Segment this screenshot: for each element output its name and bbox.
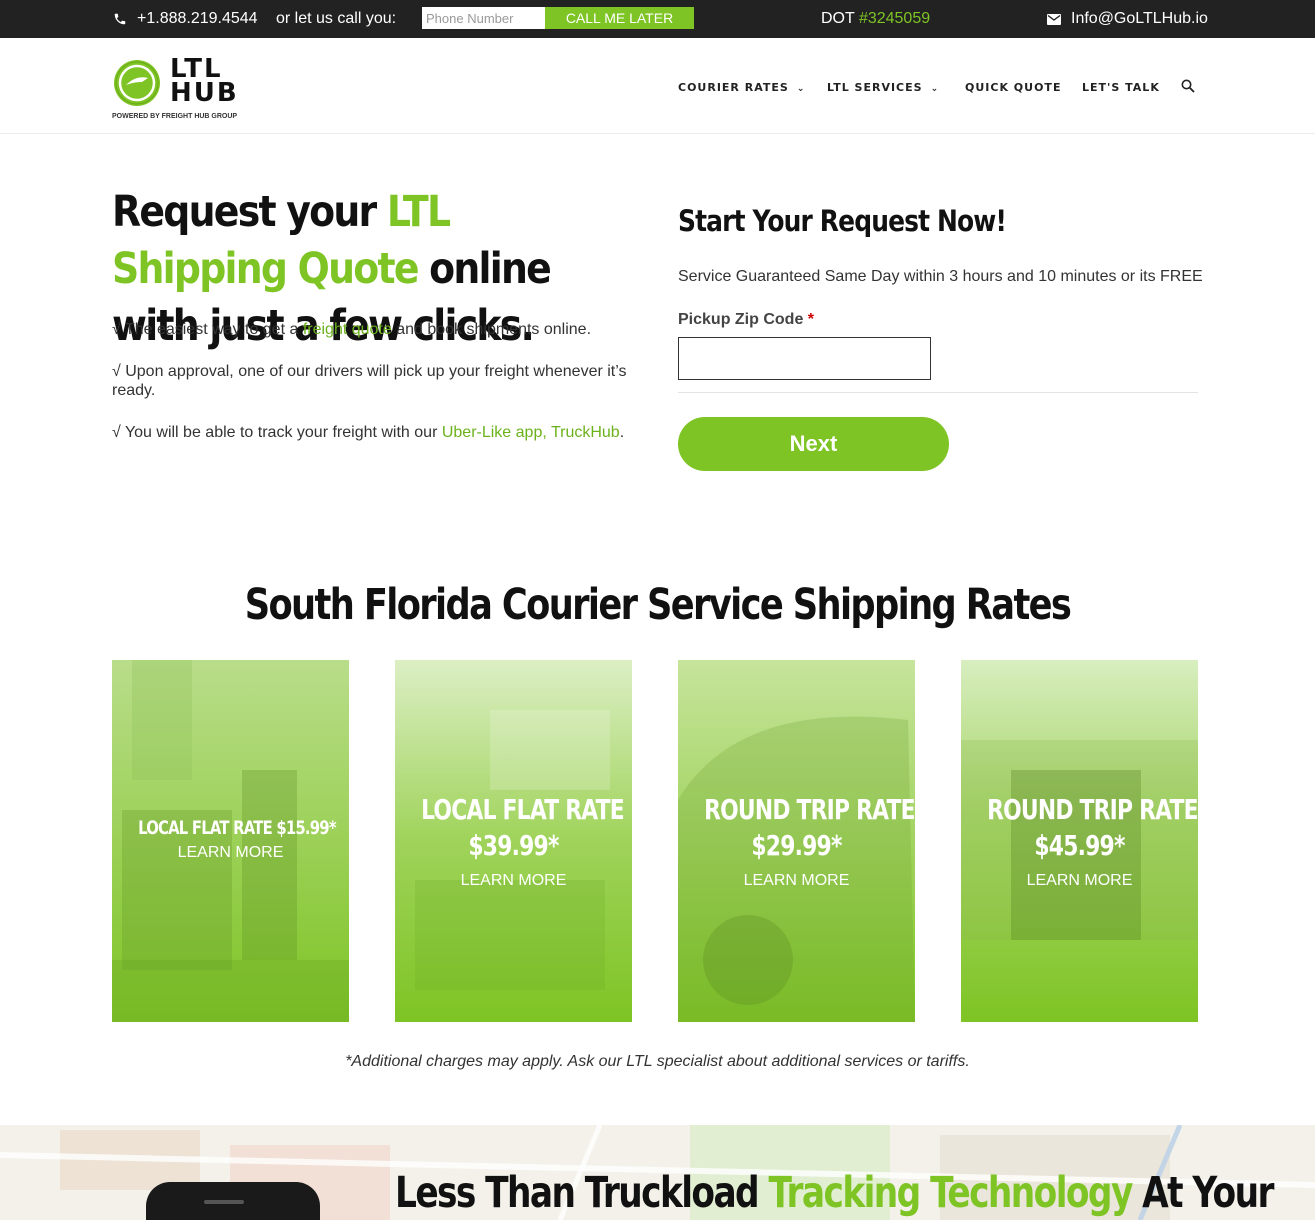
rate-card-4[interactable]: ROUND TRIP RATE $45.99* LEARN MORE — [961, 660, 1198, 1022]
rate-card-content: LOCAL FLAT RATE $39.99* LEARN MORE — [395, 792, 632, 890]
rate-card-title: ROUND TRIP RATE — [987, 793, 1198, 826]
learn-more-link[interactable]: LEARN MORE — [395, 872, 632, 890]
dot-label: DOT — [821, 10, 859, 27]
call-me-later-button[interactable]: CALL ME LATER — [545, 7, 694, 29]
learn-more-link[interactable]: LEARN MORE — [961, 872, 1198, 890]
callback-label: or let us call you: — [276, 10, 397, 27]
callback-phone-input[interactable] — [422, 7, 545, 29]
hero-bullet-1: √ The easiest way to get a freight quote… — [112, 320, 632, 339]
nav-courier-rates[interactable]: COURIER RATES ⌄ — [678, 81, 805, 94]
hero-title-part1: Request your — [112, 187, 387, 237]
envelope-icon — [1047, 13, 1061, 25]
logo-globe-icon — [114, 60, 160, 106]
phone-speaker — [204, 1200, 244, 1204]
pickup-zip-input[interactable] — [678, 337, 931, 380]
chevron-down-icon: ⌄ — [796, 84, 806, 94]
email-contact[interactable]: Info@GoLTLHub.io — [1047, 10, 1208, 28]
phone-contact[interactable]: +1.888.219.4544 — [113, 10, 258, 28]
rate-card-title: LOCAL FLAT RATE — [421, 793, 625, 826]
zip-label: Pickup Zip Code * — [678, 311, 814, 329]
tracking-title-part2: At Your — [1131, 1168, 1274, 1218]
dot-number: DOT #3245059 — [821, 10, 930, 28]
freight-quote-link[interactable]: freight quote — [303, 321, 392, 338]
learn-more-link[interactable]: LEARN MORE — [112, 844, 349, 862]
learn-more-link[interactable]: LEARN MORE — [678, 872, 915, 890]
rates-section-title: South Florida Courier Service Shipping R… — [244, 580, 1072, 630]
hero-bullet-2: √ Upon approval, one of our drivers will… — [112, 363, 627, 399]
rate-card-price: $39.99* — [468, 829, 559, 862]
form-subtitle: Service Guaranteed Same Day within 3 hou… — [678, 268, 1203, 285]
phone-icon — [114, 13, 126, 25]
form-title: Start Your Request Now! — [678, 204, 1007, 238]
zip-label-text: Pickup Zip Code — [678, 311, 804, 328]
phone-number[interactable]: +1.888.219.4544 — [137, 10, 258, 28]
top-bar: +1.888.219.4544 or let us call you: CALL… — [0, 0, 1315, 38]
form-divider — [678, 392, 1198, 393]
rate-card-title: LOCAL FLAT RATE $15.99* — [138, 817, 337, 839]
dot-value: #3245059 — [858, 10, 931, 27]
bullet3-text-post: . — [619, 424, 625, 441]
tracking-title-part1: Less Than Truckload — [395, 1168, 769, 1218]
smartphone-image — [146, 1182, 320, 1220]
nav-quick-quote[interactable]: QUICK QUOTE — [965, 81, 1061, 94]
site-header: LTL HUB POWERED BY FREIGHT HUB GROUP COU… — [0, 38, 1315, 134]
nav-ltl-services[interactable]: LTL SERVICES ⌄ — [827, 81, 939, 94]
tracking-section-title: Less Than Truckload Tracking Technology … — [395, 1168, 1274, 1218]
bullet1-text-pre: √ The easiest way to get a — [112, 321, 303, 338]
rate-card-3[interactable]: ROUND TRIP RATE $29.99* LEARN MORE — [678, 660, 915, 1022]
logo-wordmark: LTL HUB — [170, 56, 239, 108]
bullet3-text-pre: √ You will be able to track your freight… — [112, 424, 442, 441]
tracking-title-highlight: Tracking Technology — [768, 1168, 1133, 1218]
rate-card-content: ROUND TRIP RATE $29.99* LEARN MORE — [678, 792, 915, 890]
site-logo[interactable]: LTL HUB POWERED BY FREIGHT HUB GROUP — [112, 56, 252, 123]
truckhub-app-link[interactable]: Uber-Like app, TruckHub — [442, 424, 620, 441]
rate-card-1[interactable]: LOCAL FLAT RATE $15.99* LEARN MORE — [112, 660, 349, 1022]
logo-tagline: POWERED BY FREIGHT HUB GROUP — [112, 113, 238, 120]
rate-card-price: $29.99* — [751, 829, 842, 862]
nav-lets-talk[interactable]: LET'S TALK — [1082, 81, 1160, 94]
email-link[interactable]: Info@GoLTLHub.io — [1071, 10, 1208, 28]
nav-courier-rates-label: COURIER RATES — [678, 81, 789, 94]
logo-line2: HUB — [170, 78, 239, 108]
rate-card-2[interactable]: LOCAL FLAT RATE $39.99* LEARN MORE — [395, 660, 632, 1022]
nav-quick-quote-label: QUICK QUOTE — [965, 81, 1062, 94]
rates-disclaimer: *Additional charges may apply. Ask our L… — [345, 1053, 970, 1070]
next-button[interactable]: Next — [678, 417, 949, 471]
bullet1-text-post: and book shipments online. — [391, 321, 592, 338]
rate-card-price: $45.99* — [1034, 829, 1125, 862]
chevron-down-icon: ⌄ — [930, 84, 940, 94]
rate-card-content: ROUND TRIP RATE $45.99* LEARN MORE — [961, 792, 1198, 890]
required-mark: * — [807, 311, 815, 328]
hero-bullet-3: √ You will be able to track your freight… — [112, 423, 632, 442]
search-icon[interactable] — [1181, 79, 1195, 93]
rate-card-content: LOCAL FLAT RATE $15.99* LEARN MORE — [112, 816, 349, 862]
rate-card-title: ROUND TRIP RATE — [704, 793, 915, 826]
nav-ltl-services-label: LTL SERVICES — [827, 81, 923, 94]
nav-lets-talk-label: LET'S TALK — [1082, 81, 1160, 94]
